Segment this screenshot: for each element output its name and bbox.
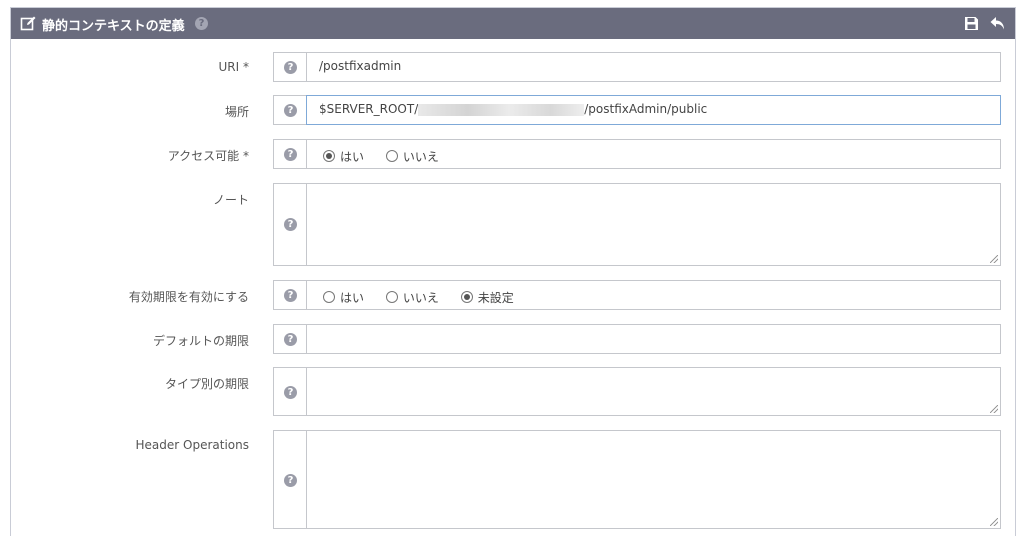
- help-icon[interactable]: ?: [284, 104, 297, 117]
- accessible-radio-field: はい いいえ: [306, 139, 1001, 169]
- radio-label: いいえ: [402, 150, 439, 164]
- accessible-help: ?: [273, 139, 307, 169]
- expires-by-type-label: タイプ別の期限: [164, 377, 249, 391]
- location-row: 場所 ? $SERVER_ROOT/ /postfixAdmin/public: [11, 95, 1015, 125]
- radio-label: いいえ: [402, 291, 439, 305]
- enable-expires-radio-field: はい いいえ 未設定: [306, 280, 1001, 310]
- radio-label: はい: [340, 291, 365, 305]
- resize-grip-icon[interactable]: [990, 255, 998, 263]
- help-icon[interactable]: ?: [284, 386, 297, 399]
- enable-expires-unset-radio[interactable]: 未設定: [460, 289, 514, 306]
- header-operations-textarea[interactable]: [306, 430, 1001, 529]
- radio-label: 未設定: [477, 291, 514, 305]
- default-expires-row: デフォルトの期限 ?: [11, 324, 1015, 354]
- accessible-no-radio[interactable]: いいえ: [385, 148, 439, 165]
- default-expires-label: デフォルトの期限: [152, 334, 249, 348]
- default-expires-input[interactable]: [306, 324, 1001, 354]
- resize-grip-icon[interactable]: [990, 518, 998, 526]
- panel-title: 静的コンテキストの定義: [42, 19, 185, 34]
- accessible-row: アクセス可能 * ? はい いいえ: [11, 139, 1015, 169]
- help-icon[interactable]: ?: [284, 61, 297, 74]
- help-icon[interactable]: ?: [284, 333, 297, 346]
- uri-label: URI *: [218, 60, 249, 74]
- note-textarea[interactable]: [306, 183, 1001, 266]
- accessible-label: アクセス可能 *: [167, 149, 249, 163]
- enable-expires-help: ?: [273, 280, 307, 310]
- location-help: ?: [273, 95, 307, 125]
- edit-icon: [20, 16, 36, 31]
- help-icon[interactable]: ?: [284, 474, 297, 487]
- save-icon[interactable]: [964, 16, 979, 31]
- location-input[interactable]: $SERVER_ROOT/ /postfixAdmin/public: [306, 95, 1001, 125]
- expires-by-type-help: ?: [273, 367, 307, 416]
- note-label: ノート: [212, 193, 249, 207]
- radio-label: はい: [340, 150, 365, 164]
- radio-checked-icon[interactable]: [323, 150, 335, 162]
- resize-grip-icon[interactable]: [990, 405, 998, 413]
- header-operations-label: Header Operations: [135, 438, 249, 452]
- accessible-yes-radio[interactable]: はい: [323, 148, 364, 165]
- header-operations-row: Header Operations ?: [11, 430, 1015, 529]
- enable-expires-row: 有効期限を有効にする ? はい いいえ 未設定: [11, 280, 1015, 310]
- uri-row: URI * ? /postfixadmin: [11, 52, 1015, 82]
- location-value-suffix: /postfixAdmin/public: [584, 102, 708, 116]
- help-icon[interactable]: ?: [284, 289, 297, 302]
- enable-expires-label: 有効期限を有効にする: [128, 290, 249, 304]
- header-operations-help: ?: [273, 430, 307, 529]
- radio-unchecked-icon[interactable]: [385, 291, 398, 303]
- uri-value: /postfixadmin: [319, 59, 402, 73]
- panel-header: 静的コンテキストの定義 ?: [11, 8, 1015, 39]
- enable-expires-no-radio[interactable]: いいえ: [385, 289, 439, 306]
- location-value: $SERVER_ROOT/ /postfixAdmin/public: [319, 102, 707, 116]
- accessible-radio-group: はい いいえ: [323, 148, 457, 165]
- note-help: ?: [273, 183, 307, 266]
- uri-input[interactable]: /postfixadmin: [306, 52, 1001, 82]
- enable-expires-yes-radio[interactable]: はい: [323, 289, 364, 306]
- expires-by-type-textarea[interactable]: [306, 367, 1001, 416]
- help-icon[interactable]: ?: [284, 148, 297, 161]
- enable-expires-radio-group: はい いいえ 未設定: [323, 289, 532, 306]
- header-help-icon[interactable]: ?: [195, 17, 208, 30]
- radio-unchecked-icon[interactable]: [385, 150, 398, 162]
- radio-unchecked-icon[interactable]: [323, 291, 335, 303]
- redacted-path: [418, 103, 585, 116]
- location-value-prefix: $SERVER_ROOT/: [319, 102, 419, 116]
- radio-checked-icon[interactable]: [460, 291, 473, 303]
- note-row: ノート ?: [11, 183, 1015, 266]
- context-definition-panel: 静的コンテキストの定義 ? URI * ? /postfixadmin 場所 ?…: [10, 7, 1016, 536]
- default-expires-help: ?: [273, 324, 307, 354]
- location-label: 場所: [224, 105, 249, 119]
- help-icon[interactable]: ?: [284, 218, 297, 231]
- undo-icon[interactable]: [989, 15, 1006, 32]
- expires-by-type-row: タイプ別の期限 ?: [11, 367, 1015, 416]
- uri-help: ?: [273, 52, 307, 82]
